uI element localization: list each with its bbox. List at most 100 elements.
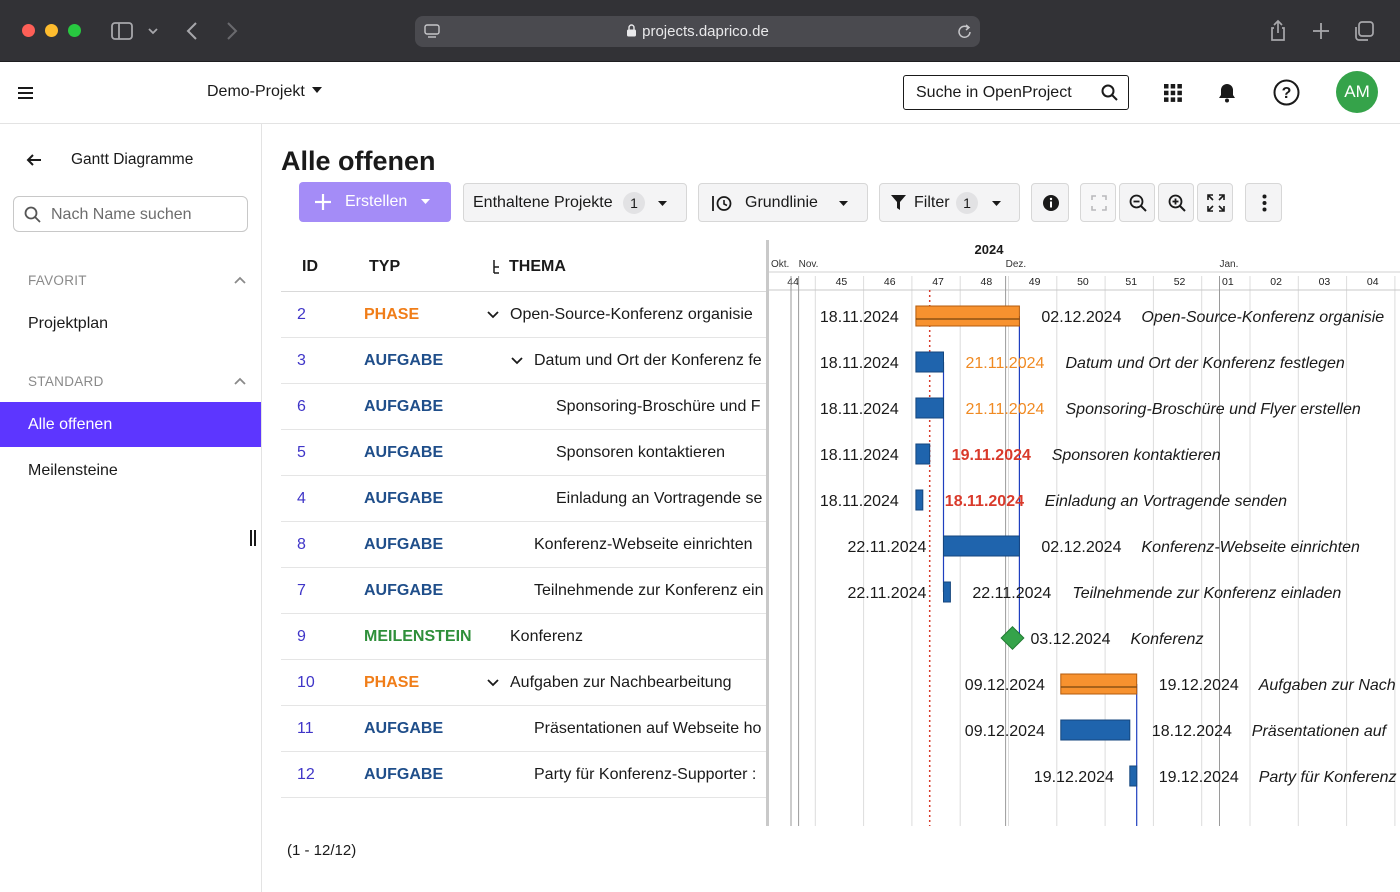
global-search[interactable]: Suche in OpenProject <box>903 75 1129 110</box>
table-row[interactable]: 7 AUFGABE Teilnehmende zur Konferenz ein <box>281 568 766 614</box>
table-row[interactable]: 9 MEILENSTEIN Konferenz <box>281 614 766 660</box>
plus-icon <box>315 194 331 210</box>
gantt-week-label: 49 <box>1029 276 1041 288</box>
row-id-link[interactable]: 8 <box>297 536 306 554</box>
user-avatar[interactable]: AM <box>1336 71 1378 113</box>
gantt-week-label: 50 <box>1077 276 1089 288</box>
column-header-type[interactable]: TYP <box>369 258 400 276</box>
table-row[interactable]: 6 AUFGABE Sponsoring-Broschüre und F <box>281 384 766 430</box>
global-search-label: Suche in OpenProject <box>916 84 1072 101</box>
gantt-week-label: 45 <box>836 276 848 288</box>
share-icon[interactable] <box>1268 19 1288 43</box>
gantt-bar-label: Sponsoren kontaktieren <box>1052 447 1221 464</box>
new-tab-icon[interactable] <box>1311 19 1331 43</box>
url-label: projects.daprico.de <box>642 23 769 40</box>
baseline-button[interactable]: Grundlinie <box>698 183 868 222</box>
chevron-up-icon[interactable] <box>233 376 247 386</box>
row-subject[interactable]: Sponsoring-Broschüre und F <box>556 398 766 416</box>
sidebar-item-projektplan[interactable]: Projektplan <box>0 301 261 346</box>
search-icon[interactable] <box>1101 84 1118 101</box>
column-header-subject[interactable]: THEMA <box>509 258 566 276</box>
sidebar-resize-handle[interactable] <box>250 530 256 546</box>
reload-icon[interactable] <box>957 23 973 40</box>
row-subject[interactable]: Konferenz-Webseite einrichten <box>534 536 766 554</box>
zoom-in-button[interactable] <box>1158 183 1194 222</box>
zoom-to-fit-icon <box>1091 195 1107 211</box>
row-id-link[interactable]: 2 <box>297 306 306 324</box>
table-row[interactable]: 2 PHASE Open-Source-Konferenz organisie <box>281 292 766 338</box>
zoom-auto-button[interactable] <box>1080 183 1116 222</box>
notifications-bell-icon[interactable] <box>1217 82 1237 103</box>
table-row[interactable]: 8 AUFGABE Konferenz-Webseite einrichten <box>281 522 766 568</box>
chevron-down-icon[interactable] <box>146 19 160 43</box>
row-id-link[interactable]: 10 <box>297 674 315 692</box>
sidebar-toggle-icon[interactable] <box>110 19 134 43</box>
baseline-label: Grundlinie <box>745 194 818 211</box>
sidebar-search-input[interactable]: Nach Name suchen <box>13 196 248 232</box>
filter-button[interactable]: Filter 1 <box>879 183 1020 222</box>
row-subject[interactable]: Datum und Ort der Konferenz fe <box>534 352 766 370</box>
address-bar[interactable]: projects.daprico.de <box>415 16 980 47</box>
create-button[interactable]: Erstellen <box>299 182 451 222</box>
back-arrow-icon[interactable] <box>26 153 42 167</box>
maximize-window-button[interactable] <box>68 24 81 37</box>
table-row[interactable]: 10 PHASE Aufgaben zur Nachbearbeitung <box>281 660 766 706</box>
help-icon[interactable]: ? <box>1273 79 1300 106</box>
tab-overview-icon[interactable] <box>1353 19 1375 43</box>
row-subject[interactable]: Sponsoren kontaktieren <box>556 444 766 462</box>
table-row[interactable]: 12 AUFGABE Party für Konferenz-Supporter : <box>281 752 766 798</box>
row-type: AUFGABE <box>364 444 444 461</box>
close-window-button[interactable] <box>22 24 35 37</box>
details-view-button[interactable] <box>1031 183 1069 222</box>
gantt-bar <box>1060 673 1138 695</box>
hamburger-menu-icon[interactable] <box>18 86 34 100</box>
sidebar-item-alle-offenen[interactable]: Alle offenen <box>0 402 261 447</box>
row-id-link[interactable]: 11 <box>297 720 314 738</box>
minimize-window-button[interactable] <box>45 24 58 37</box>
chevron-up-icon[interactable] <box>233 275 247 285</box>
row-subject[interactable]: Präsentationen auf Webseite ho <box>534 720 766 738</box>
table-row[interactable]: 5 AUFGABE Sponsoren kontaktieren <box>281 430 766 476</box>
row-subject[interactable]: Party für Konferenz-Supporter : <box>534 766 766 784</box>
row-id-link[interactable]: 12 <box>297 766 315 784</box>
row-subject[interactable]: Open-Source-Konferenz organisie <box>510 306 766 324</box>
row-id-link[interactable]: 3 <box>297 352 306 370</box>
back-icon[interactable] <box>184 19 200 43</box>
row-type: AUFGABE <box>364 582 444 599</box>
table-row[interactable]: 11 AUFGABE Präsentationen auf Webseite ho <box>281 706 766 752</box>
gantt-bar-label: Konferenz <box>1131 631 1204 648</box>
row-id-link[interactable]: 7 <box>297 582 306 600</box>
gantt-week-label: 04 <box>1367 276 1379 288</box>
row-id-link[interactable]: 6 <box>297 398 306 416</box>
section-favorit-label: FAVORIT <box>28 273 87 288</box>
fullscreen-button[interactable] <box>1197 183 1233 222</box>
hierarchy-icon[interactable] <box>491 258 503 276</box>
table-row[interactable]: 3 AUFGABE Datum und Ort der Konferenz fe <box>281 338 766 384</box>
included-projects-button[interactable]: Enthaltene Projekte 1 <box>463 183 687 222</box>
row-subject[interactable]: Einladung an Vortragende se <box>556 490 766 508</box>
column-header-id[interactable]: ID <box>302 258 318 276</box>
row-id-link[interactable]: 9 <box>297 628 306 646</box>
gantt-bar-label: Konferenz-Webseite einrichten <box>1141 539 1360 556</box>
zoom-out-button[interactable] <box>1119 183 1155 222</box>
row-subject[interactable]: Teilnehmende zur Konferenz ein <box>534 582 766 600</box>
more-vertical-icon <box>1262 194 1267 212</box>
pagination-count: (1 - 12/12) <box>287 842 357 859</box>
row-subject[interactable]: Aufgaben zur Nachbearbeitung <box>510 674 766 692</box>
collapse-chevron-icon[interactable] <box>487 311 499 319</box>
row-subject[interactable]: Konferenz <box>510 628 766 646</box>
gantt-end-date: 02.12.2024 <box>1041 539 1121 556</box>
row-id-link[interactable]: 4 <box>297 490 306 508</box>
forward-icon[interactable] <box>224 19 240 43</box>
project-selector[interactable]: Demo-Projekt <box>207 83 323 101</box>
table-row[interactable]: 4 AUFGABE Einladung an Vortragende se <box>281 476 766 522</box>
gantt-start-date: 18.11.2024 <box>820 401 899 418</box>
row-type: AUFGABE <box>364 536 444 553</box>
collapse-chevron-icon[interactable] <box>511 357 523 365</box>
more-actions-button[interactable] <box>1245 183 1282 222</box>
sidebar-item-meilensteine[interactable]: Meilensteine <box>0 448 261 493</box>
gantt-bar-label: Datum und Ort der Konferenz festlegen <box>1066 355 1345 372</box>
modules-grid-icon[interactable] <box>1164 84 1182 102</box>
row-id-link[interactable]: 5 <box>297 444 306 462</box>
collapse-chevron-icon[interactable] <box>487 679 499 687</box>
